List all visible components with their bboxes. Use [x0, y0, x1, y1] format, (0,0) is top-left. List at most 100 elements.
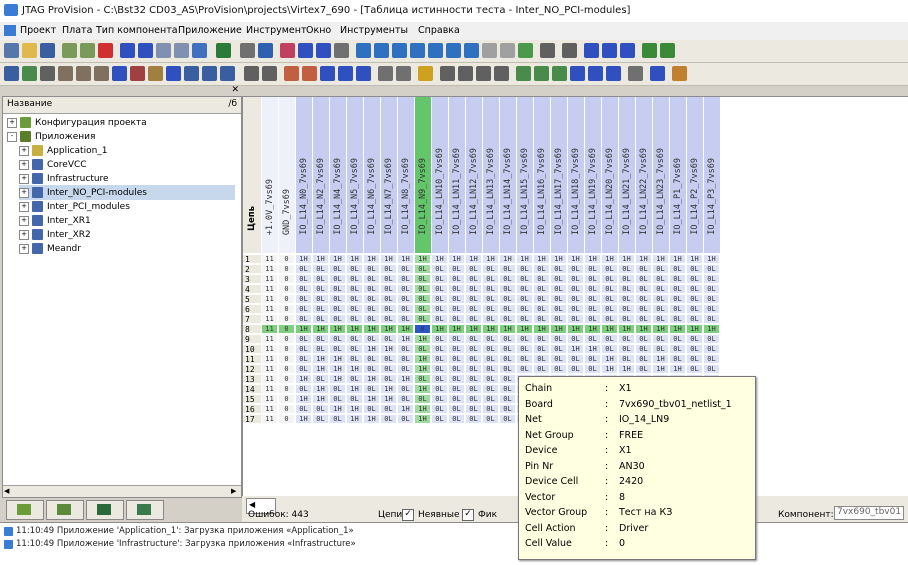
paste-icon[interactable]: [174, 43, 189, 58]
grid-cell[interactable]: 1H: [517, 255, 533, 264]
tab-components[interactable]: [86, 500, 124, 520]
grid-cell[interactable]: 1H: [415, 365, 431, 374]
grid-cell[interactable]: 1H: [381, 255, 397, 264]
grid-cell[interactable]: 0L: [415, 295, 431, 304]
grid-cell[interactable]: 0L: [483, 345, 499, 354]
grid-cell[interactable]: 0L: [347, 275, 363, 284]
grid-cell[interactable]: 0L: [313, 285, 329, 294]
settings-icon[interactable]: [628, 66, 643, 81]
menu-tool[interactable]: Инструмент: [246, 25, 306, 36]
grid-cell[interactable]: 0L: [534, 355, 550, 364]
down-icon[interactable]: [320, 66, 335, 81]
grid-cell[interactable]: 0L: [330, 415, 346, 424]
grid-cell[interactable]: 0L: [347, 335, 363, 344]
grid-cell[interactable]: 0L: [653, 285, 669, 294]
grid-cell[interactable]: 0L: [347, 345, 363, 354]
grid-cell[interactable]: 0L: [347, 305, 363, 314]
grid-cell[interactable]: 1H: [398, 375, 414, 384]
grid-cell[interactable]: 1H: [296, 255, 312, 264]
grid-cell[interactable]: 1H: [653, 325, 669, 334]
grid-cell[interactable]: 0L: [449, 365, 465, 374]
grid-cell[interactable]: 1H: [568, 345, 584, 354]
grid-cell[interactable]: 0L: [585, 305, 601, 314]
grid-cell[interactable]: 0L: [517, 295, 533, 304]
grid-cell[interactable]: 0L: [636, 345, 652, 354]
grid-cell[interactable]: 0L: [432, 335, 448, 344]
grid-cell[interactable]: 0L: [704, 335, 720, 344]
tree-item[interactable]: + Inter_XR1: [19, 213, 235, 228]
grid-cell[interactable]: 11: [262, 305, 278, 314]
column-header[interactable]: IO_L14_LN16_7vs69: [534, 97, 551, 253]
grid-cell[interactable]: 0L: [500, 295, 516, 304]
grid-cell[interactable]: 0L: [670, 285, 686, 294]
grid-cell[interactable]: 0L: [500, 415, 516, 424]
signal-icon[interactable]: [464, 43, 479, 58]
mark-icon[interactable]: [284, 66, 299, 81]
grid-cell[interactable]: 11: [262, 265, 278, 274]
grid-cell[interactable]: 0L: [517, 365, 533, 374]
component-field[interactable]: 7vx690_tbv01: [834, 506, 904, 520]
play-icon[interactable]: [356, 43, 371, 58]
grid-cell[interactable]: 11: [262, 415, 278, 424]
grid-cell[interactable]: 0: [279, 265, 295, 274]
grid-cell[interactable]: 0L: [398, 275, 414, 284]
pin2-icon[interactable]: [562, 43, 577, 58]
grid-cell[interactable]: 1H: [364, 395, 380, 404]
grid-cell[interactable]: 1H: [313, 385, 329, 394]
grid-cell[interactable]: 0L: [500, 345, 516, 354]
grid-cell[interactable]: 0L: [517, 275, 533, 284]
grid-cell[interactable]: 0L: [432, 345, 448, 354]
grid-cell[interactable]: 11: [262, 375, 278, 384]
grid-cell[interactable]: 0L: [585, 365, 601, 374]
grid-cell[interactable]: 0L: [534, 295, 550, 304]
grid-cell[interactable]: 0L: [296, 285, 312, 294]
grid-cell[interactable]: 0L: [432, 315, 448, 324]
grid-cell[interactable]: 0L: [415, 275, 431, 284]
grid-cell[interactable]: 1H: [619, 325, 635, 334]
grid-cell[interactable]: 0L: [296, 335, 312, 344]
stop-icon[interactable]: [428, 43, 443, 58]
grid-cell[interactable]: 0L: [636, 275, 652, 284]
column-header[interactable]: IO_L14_LN15_7vs69: [517, 97, 534, 253]
tree-item[interactable]: + Meandr: [19, 241, 235, 256]
column-header[interactable]: IO_L14_N0_7vs69: [296, 97, 313, 253]
grid-cell[interactable]: 0L: [517, 345, 533, 354]
grid-cell[interactable]: 0L: [432, 305, 448, 314]
grid-cell[interactable]: 0L: [500, 355, 516, 364]
grid-cell[interactable]: 0L: [483, 275, 499, 284]
tree-column-name[interactable]: Название: [7, 99, 52, 109]
grid-cell[interactable]: 0L: [551, 285, 567, 294]
grid-cell[interactable]: 1H: [704, 325, 720, 334]
grid-cell[interactable]: 1H: [330, 355, 346, 364]
tree-item[interactable]: + Application_1: [19, 143, 235, 158]
grid-cell[interactable]: 0L: [330, 315, 346, 324]
grid-cell[interactable]: 0L: [398, 355, 414, 364]
grid-cell[interactable]: 0: [279, 345, 295, 354]
grid-cell[interactable]: 0L: [381, 335, 397, 344]
row-header[interactable]: 8: [243, 325, 261, 334]
tree-item[interactable]: + CoreVCC: [19, 157, 235, 172]
row-header[interactable]: 5: [243, 295, 261, 304]
grid-cell[interactable]: 0L: [449, 405, 465, 414]
close-icon[interactable]: ✕: [231, 85, 239, 95]
grid-cell[interactable]: 0L: [585, 275, 601, 284]
grid-cell[interactable]: 0L: [517, 315, 533, 324]
grid-cell[interactable]: 0L: [517, 305, 533, 314]
grid-cell[interactable]: 0L: [636, 365, 652, 374]
search-icon[interactable]: [112, 66, 127, 81]
sort2-icon[interactable]: [396, 66, 411, 81]
grid-cell[interactable]: 0L: [466, 315, 482, 324]
grid-cell[interactable]: 0L: [602, 335, 618, 344]
tree-item[interactable]: + Конфигурация проекта: [7, 115, 235, 130]
grid-cell[interactable]: 0L: [602, 305, 618, 314]
help-icon[interactable]: [418, 66, 433, 81]
grid-cell[interactable]: 1H: [296, 325, 312, 334]
grid-cell[interactable]: 0L: [466, 265, 482, 274]
grid-cell[interactable]: 1H: [398, 405, 414, 414]
grid-cell[interactable]: 0L: [466, 295, 482, 304]
grid-cell[interactable]: 0L: [568, 335, 584, 344]
row-header[interactable]: 14: [243, 385, 261, 394]
row-header[interactable]: 7: [243, 315, 261, 324]
grid-cell[interactable]: 0L: [415, 315, 431, 324]
edit-icon[interactable]: [148, 66, 163, 81]
